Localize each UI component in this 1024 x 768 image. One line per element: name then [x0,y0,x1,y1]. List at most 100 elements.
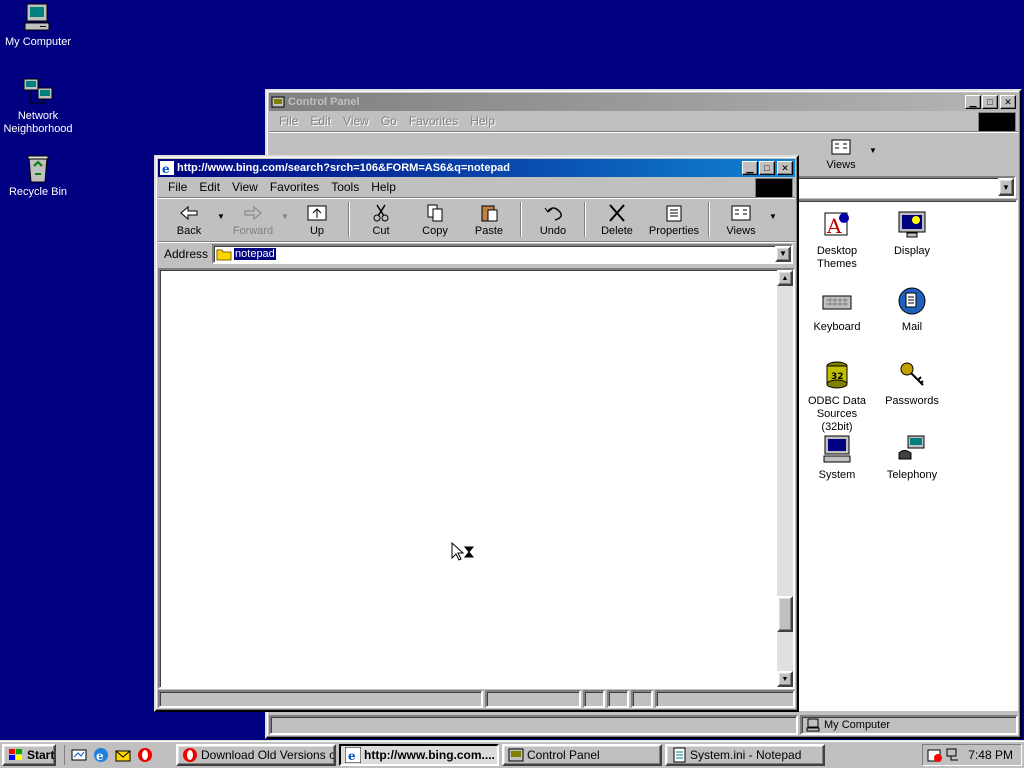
outlook-express-icon[interactable] [115,747,131,763]
show-desktop-icon[interactable] [71,747,87,763]
paste-button[interactable]: Paste [462,200,516,239]
status-panel [583,690,605,708]
copy-button[interactable]: Copy [408,200,462,239]
passwords-key-icon [900,362,924,386]
scroll-up-button[interactable]: ▲ [777,270,793,286]
back-dropdown-arrow[interactable]: ▼ [216,194,226,239]
menu-help[interactable]: Help [365,178,402,196]
cp-item-label: System [818,469,856,481]
delete-x-icon [609,204,625,222]
forward-button[interactable]: Forward [226,200,280,239]
task-label: Download Old Versions of ... [201,748,336,762]
browser-window[interactable]: e http://www.bing.com/search?srch=106&FO… [154,155,799,712]
task-download-old-versions[interactable]: Download Old Versions of ... [176,744,336,766]
scheduler-icon[interactable] [927,747,943,763]
cp-item-telephony[interactable]: Telephony [876,433,948,482]
cp-item-label: Desktop Themes [816,245,858,270]
minimize-button[interactable]: ▁ [742,161,758,175]
task-control-panel[interactable]: Control Panel [502,744,662,766]
desktop-icon-label: Network Neighborhood [2,110,74,136]
internet-explorer-icon: e [160,161,174,175]
menu-help[interactable]: Help [464,112,501,130]
toolbar-separator [520,202,522,237]
cp-item-system[interactable]: System [801,433,873,482]
menu-edit[interactable]: Edit [193,178,226,196]
cp-item-mail[interactable]: Mail [876,285,948,334]
address-dropdown-button[interactable]: ▼ [998,178,1014,196]
start-button[interactable]: Start [2,744,56,766]
address-label: Address [164,246,209,261]
scroll-thumb[interactable] [777,596,793,632]
up-label: Up [309,225,325,237]
menu-favorites[interactable]: Favorites [264,178,325,196]
close-button[interactable]: ✕ [777,161,793,175]
views-button[interactable]: Views [714,200,768,239]
task-notepad[interactable]: System.ini - Notepad [665,744,825,766]
browser-titlebar[interactable]: e http://www.bing.com/search?srch=106&FO… [158,159,795,177]
back-button[interactable]: Back [162,200,216,239]
address-input[interactable]: notepad ▼ [212,243,793,264]
cut-button[interactable]: Cut [354,200,408,239]
control-panel-title: Control Panel [288,96,360,108]
menu-view[interactable]: View [226,178,264,196]
opera-icon[interactable] [137,747,153,763]
cp-item-passwords[interactable]: Passwords [876,359,948,408]
control-panel-statusbar: My Computer [269,715,1018,735]
forward-label: Forward [232,225,274,237]
task-bing-browser[interactable]: e http://www.bing.com.... [339,744,499,766]
svg-text:e: e [348,749,356,763]
undo-button[interactable]: Undo [526,200,580,239]
address-dropdown-button[interactable]: ▼ [775,245,791,262]
up-button[interactable]: Up [290,200,344,239]
control-panel-titlebar[interactable]: Control Panel ▁ □ ✕ [269,93,1018,111]
browser-title: http://www.bing.com/search?srch=106&FORM… [177,162,511,174]
close-button[interactable]: ✕ [1000,95,1016,109]
views-dropdown-arrow[interactable]: ▼ [868,128,878,173]
menu-tools[interactable]: Tools [325,178,365,196]
desktop-icon-my-computer[interactable]: My Computer [0,2,76,49]
menu-file[interactable]: File [273,112,304,130]
start-label: Start [27,748,55,762]
internet-explorer-icon[interactable]: e [93,747,109,763]
minimize-button[interactable]: ▁ [965,95,981,109]
status-panel [269,715,798,735]
cp-item-desktop-themes[interactable]: A Desktop Themes [801,209,873,271]
forward-dropdown-arrow[interactable]: ▼ [280,194,290,239]
views-dropdown-arrow[interactable]: ▼ [768,194,778,239]
paste-clipboard-icon [481,205,498,222]
cp-item-label: Display [893,245,931,257]
cp-item-keyboard[interactable]: Keyboard [801,285,873,334]
task-label: http://www.bing.com.... [364,748,495,762]
desktop-icon-recycle-bin[interactable]: Recycle Bin [0,152,76,199]
vertical-scrollbar[interactable]: ▲ ▼ [777,270,793,687]
menu-edit[interactable]: Edit [304,112,337,130]
back-arrow-icon [180,205,198,221]
scroll-down-button[interactable]: ▼ [777,671,793,687]
desktop-icon-label: Recycle Bin [7,186,69,199]
browser-content[interactable]: ▲ ▼ [158,268,795,689]
clock[interactable]: 7:48 PM [968,748,1013,762]
desktop-icon-network-neighborhood[interactable]: Network Neighborhood [0,76,76,136]
maximize-button[interactable]: □ [982,95,998,109]
browser-toolbar: Back ▼ Forward ▼ Up Cut Copy Paste Undo [158,197,795,241]
menu-file[interactable]: File [162,178,193,196]
cp-item-display[interactable]: Display [876,209,948,258]
cp-item-odbc[interactable]: 32 ODBC Data Sources (32bit) [801,359,873,434]
network-connection-icon[interactable] [945,747,961,763]
menu-go[interactable]: Go [375,112,403,130]
views-button[interactable]: Views [814,134,868,173]
windows-logo-icon [755,178,793,198]
telephony-icon [898,435,925,460]
properties-button[interactable]: Properties [644,200,704,239]
desktop-themes-icon: A [824,212,849,238]
svg-text:e: e [96,749,104,763]
delete-button[interactable]: Delete [590,200,644,239]
status-location-panel: My Computer [800,715,1018,735]
svg-text:e: e [162,162,170,175]
menu-favorites[interactable]: Favorites [403,112,464,130]
windows-flag-icon [9,749,22,760]
maximize-button[interactable]: □ [759,161,775,175]
menu-view[interactable]: View [337,112,375,130]
control-panel-menubar: File Edit View Go Favorites Help [269,111,1018,132]
toolbar-separator [584,202,586,237]
